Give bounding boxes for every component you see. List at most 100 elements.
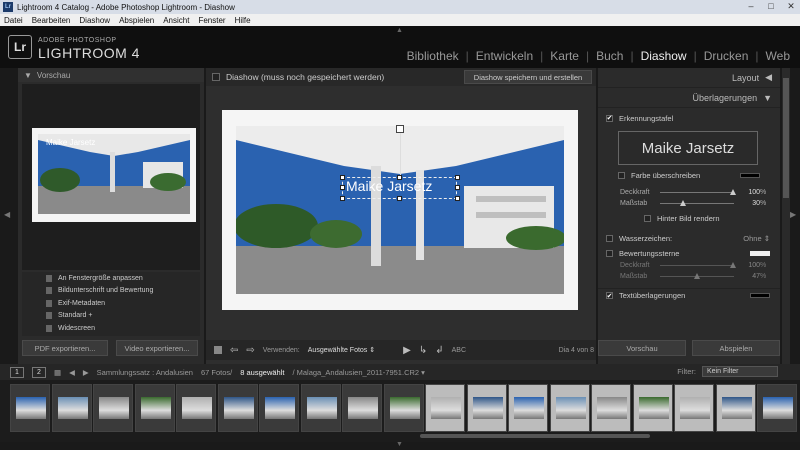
rotate-icon[interactable]: ↳: [419, 345, 427, 356]
color-swatch[interactable]: [740, 172, 760, 178]
filmstrip-thumbnail[interactable]: [259, 384, 299, 432]
resize-handle[interactable]: [340, 185, 345, 190]
menu-diashow[interactable]: Diashow: [79, 16, 110, 25]
resize-handle[interactable]: [340, 196, 345, 201]
rating-opacity-value[interactable]: 100: [734, 262, 760, 269]
forward-arrow-icon[interactable]: ▶: [83, 368, 89, 377]
menu-fenster[interactable]: Fenster: [198, 16, 225, 25]
resize-handle[interactable]: [455, 175, 460, 180]
filter-select[interactable]: Kein Filter: [702, 366, 778, 377]
right-panel-scrollbar[interactable]: [782, 68, 790, 364]
overlays-panel-header[interactable]: Überlagerungen ▼: [598, 88, 780, 108]
slider-thumb[interactable]: [730, 189, 736, 195]
filmstrip-thumbnail[interactable]: [134, 384, 175, 432]
menu-ansicht[interactable]: Ansicht: [163, 16, 189, 25]
export-pdf-button[interactable]: PDF exportieren...: [22, 340, 108, 356]
module-karte[interactable]: Karte: [550, 49, 579, 63]
menu-bearbeiten[interactable]: Bearbeiten: [32, 16, 71, 25]
opacity-value[interactable]: 100: [734, 189, 760, 196]
rating-scale-value[interactable]: 47: [734, 273, 760, 280]
resize-handle[interactable]: [455, 196, 460, 201]
filmstrip[interactable]: [0, 380, 800, 442]
watermark-select[interactable]: Ohne ⇕: [743, 234, 770, 243]
scale-value[interactable]: 30: [734, 200, 760, 207]
anchor-point[interactable]: [396, 125, 404, 133]
behind-image-checkbox[interactable]: [644, 214, 651, 222]
template-item[interactable]: Standard +: [22, 310, 200, 323]
text-overlays-checkbox[interactable]: ✔: [606, 292, 613, 300]
filmstrip-thumbnail[interactable]: [549, 384, 590, 432]
override-color-checkbox[interactable]: [618, 171, 625, 179]
primary-window-button[interactable]: 1: [10, 366, 24, 378]
template-item[interactable]: An Fenstergröße anpassen: [22, 272, 200, 285]
slider-thumb[interactable]: [730, 262, 736, 268]
left-panel-toggle-icon[interactable]: ◀: [4, 210, 10, 219]
collapse-top-arrow-icon[interactable]: ▲: [396, 27, 403, 34]
module-entwickeln[interactable]: Entwickeln: [476, 49, 533, 63]
module-buch[interactable]: Buch: [596, 49, 623, 63]
rating-checkbox[interactable]: [606, 249, 613, 257]
rating-scale-slider[interactable]: [660, 273, 734, 279]
export-video-button[interactable]: Video exportieren...: [116, 340, 198, 356]
scale-slider[interactable]: [660, 200, 734, 206]
play-button[interactable]: Abspielen: [692, 340, 780, 356]
add-text-button[interactable]: ABC: [452, 347, 466, 354]
secondary-window-button[interactable]: 2: [32, 366, 46, 378]
minimize-button[interactable]: –: [744, 1, 758, 12]
slide-identity-plate[interactable]: Maike Jarsetz: [346, 178, 432, 194]
resize-handle[interactable]: [455, 185, 460, 190]
rating-color-swatch[interactable]: [750, 250, 770, 256]
filmstrip-scrollbar[interactable]: [420, 434, 650, 438]
text-color-swatch[interactable]: [750, 293, 770, 298]
resize-handle[interactable]: [397, 196, 402, 201]
back-arrow-icon[interactable]: ◀: [69, 368, 75, 377]
watermark-checkbox[interactable]: [606, 234, 613, 242]
undo-icon[interactable]: ↲: [435, 345, 443, 356]
menu-hilfe[interactable]: Hilfe: [235, 16, 251, 25]
opacity-slider[interactable]: [660, 189, 736, 195]
right-panel-toggle-icon[interactable]: ▶: [790, 210, 796, 219]
preview-button[interactable]: Vorschau: [598, 340, 686, 356]
scrollbar-thumb[interactable]: [783, 78, 789, 198]
menu-abspielen[interactable]: Abspielen: [119, 16, 154, 25]
module-drucken[interactable]: Drucken: [704, 49, 749, 63]
filmstrip-thumbnail[interactable]: [217, 384, 258, 432]
next-slide-icon[interactable]: ⇨: [246, 345, 254, 356]
template-item[interactable]: Widescreen: [22, 322, 200, 335]
play-icon[interactable]: ▶: [403, 345, 411, 356]
collapse-bottom-arrow-icon[interactable]: ▼: [396, 441, 403, 448]
filmstrip-thumbnail[interactable]: [10, 384, 50, 432]
slider-thumb[interactable]: [680, 200, 686, 206]
layout-panel-header[interactable]: Layout ◀: [598, 68, 780, 88]
template-item[interactable]: Bildunterschrift und Bewertung: [22, 285, 200, 298]
use-select[interactable]: Ausgewählte Fotos ⇕: [308, 346, 375, 354]
filmstrip-thumbnail[interactable]: [383, 384, 424, 432]
filmstrip-thumbnail[interactable]: [632, 384, 673, 432]
module-diashow[interactable]: Diashow: [641, 49, 687, 63]
preview-panel-header[interactable]: ▼ Vorschau: [18, 68, 204, 82]
previous-slide-icon[interactable]: ⇦: [230, 345, 238, 356]
filmstrip-thumbnail[interactable]: [466, 384, 507, 432]
filmstrip-thumbnail[interactable]: [757, 384, 797, 432]
filmstrip-thumbnail[interactable]: [425, 384, 465, 432]
filmstrip-thumbnail[interactable]: [51, 384, 92, 432]
filmstrip-thumbnail[interactable]: [674, 384, 714, 432]
filmstrip-thumbnail[interactable]: [93, 384, 133, 432]
resize-handle[interactable]: [340, 175, 345, 180]
slideshow-checkbox[interactable]: [212, 73, 220, 81]
identity-plate-preview[interactable]: Maike Jarsetz: [618, 131, 758, 165]
maximize-button[interactable]: □: [764, 1, 778, 12]
stop-icon[interactable]: [214, 346, 222, 354]
template-item[interactable]: Exif-Metadaten: [22, 297, 200, 310]
save-slideshow-button[interactable]: Diashow speichern und erstellen: [464, 70, 592, 84]
filmstrip-thumbnail[interactable]: [715, 384, 756, 432]
filmstrip-thumbnail[interactable]: [300, 384, 341, 432]
identity-plate-checkbox[interactable]: ✔: [606, 114, 613, 122]
menu-datei[interactable]: Datei: [4, 16, 23, 25]
rating-opacity-slider[interactable]: [660, 262, 736, 268]
filmstrip-thumbnail[interactable]: [591, 384, 631, 432]
filmstrip-thumbnail[interactable]: [176, 384, 216, 432]
close-button[interactable]: ✕: [784, 1, 798, 12]
slider-thumb[interactable]: [694, 273, 700, 279]
resize-handle[interactable]: [397, 175, 402, 180]
